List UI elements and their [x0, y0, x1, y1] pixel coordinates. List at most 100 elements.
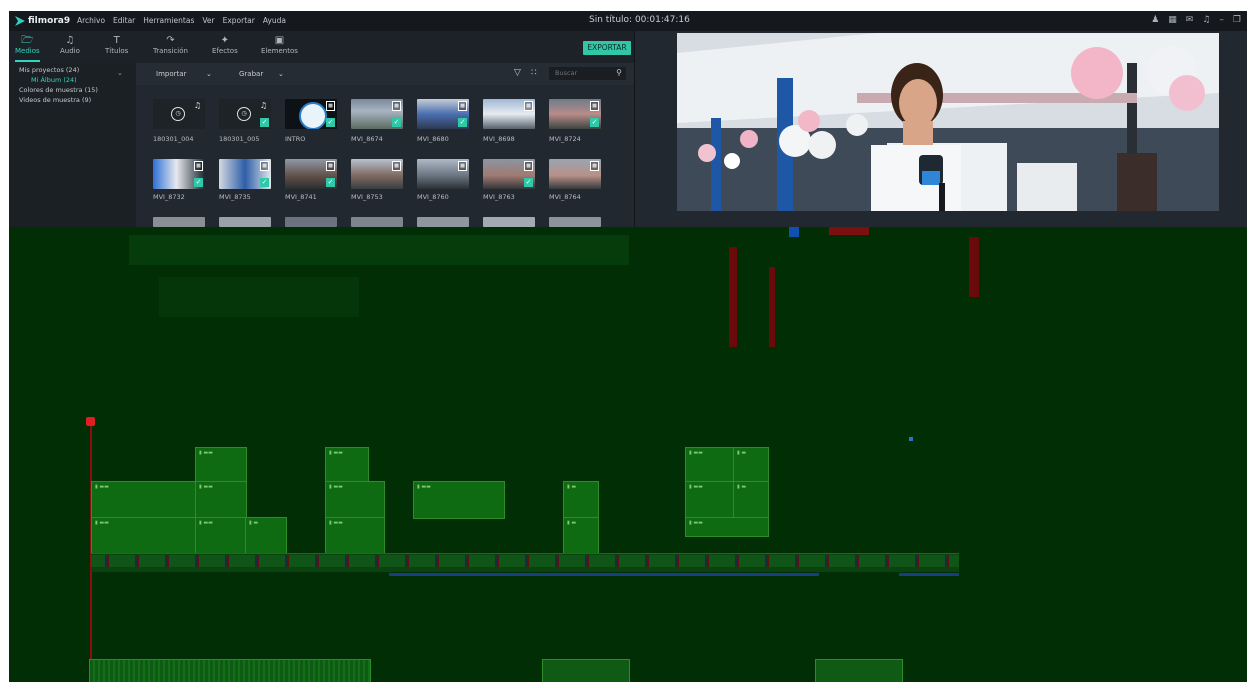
panel-divider[interactable] — [634, 31, 635, 227]
menu-item-archivo[interactable]: Archivo — [77, 16, 105, 25]
audio-clip[interactable] — [815, 659, 903, 682]
sidebar-item-colores[interactable]: Colores de muestra (15) — [19, 86, 98, 94]
clip-label: ▮ ▬▬ — [689, 484, 703, 490]
timeline-clip[interactable]: ▮ ▬ — [563, 517, 599, 555]
film-icon: ▩ — [590, 101, 599, 111]
timeline-clip[interactable]: ▮ ▬▬ — [195, 447, 247, 483]
sidebar-item-mi-album[interactable]: Mi Álbum (24) — [31, 76, 77, 84]
transition-icon: ↷ — [166, 35, 175, 46]
menu-item-ayuda[interactable]: Ayuda — [263, 16, 286, 25]
audio-clip[interactable] — [542, 659, 630, 682]
filter-icon[interactable]: ▽ — [514, 68, 521, 78]
clip-label: ▮ ▬▬ — [199, 520, 213, 526]
check-icon: ✓ — [524, 178, 533, 187]
audio-clip[interactable] — [89, 659, 371, 682]
grid-view-icon[interactable]: ∷ — [531, 68, 537, 78]
timeline-clip[interactable]: ▮ ▬▬ — [685, 517, 769, 537]
record-chevron-icon[interactable]: ⌄ — [278, 70, 284, 78]
check-icon: ✓ — [326, 178, 335, 187]
glitch-stroke — [769, 267, 775, 347]
tab-titulos[interactable]: T Títulos — [105, 35, 128, 55]
restore-icon[interactable]: ❐ — [1233, 15, 1241, 25]
media-label: MVI_8680 — [417, 135, 449, 143]
timeline-clip[interactable]: ▮ ▬▬ — [685, 447, 735, 483]
clip-label: ▮ ▬▬ — [689, 450, 703, 456]
menu-item-ver[interactable]: Ver — [202, 16, 214, 25]
category-tabs: 🗁 Medios ♫ Audio T Títulos ↷ Transición … — [9, 31, 634, 63]
media-item-partial[interactable] — [285, 217, 337, 227]
menu-item-herramientas[interactable]: Herramientas — [143, 16, 194, 25]
media-item-mvi-8674[interactable]: ▩ ✓ — [351, 99, 403, 129]
playhead-handle[interactable] — [86, 417, 95, 426]
media-item-partial[interactable] — [549, 217, 601, 227]
logo-text: filmora9 — [28, 16, 71, 26]
timeline-clip[interactable]: ▮ ▬▬ — [685, 481, 735, 519]
clip-label: ▮ ▬▬ — [95, 520, 109, 526]
media-item-intro[interactable]: ▩ ✓ — [285, 99, 337, 129]
menu-item-exportar[interactable]: Exportar — [223, 16, 255, 25]
timeline-clip[interactable]: ▮ ▬▬ — [91, 481, 197, 519]
media-item-mvi-8732[interactable]: ▩ ✓ — [153, 159, 205, 189]
sidebar-item-mis-proyectos[interactable]: Mis proyectos (24) — [19, 66, 79, 74]
media-item-mvi-8741[interactable]: ▩ ✓ — [285, 159, 337, 189]
tab-efectos[interactable]: ✦ Efectos — [212, 35, 238, 55]
app-window: filmora9 Archivo Editar Herramientas Ver… — [9, 11, 1247, 682]
check-icon: ✓ — [392, 118, 401, 127]
timeline-clip[interactable]: ▮ ▬▬ — [413, 481, 505, 519]
media-label: MVI_8735 — [219, 193, 251, 201]
media-item-180301-005[interactable]: ◷ ♫ ✓ — [219, 99, 271, 129]
timeline-clip[interactable]: ▮ ▬▬ — [325, 481, 385, 519]
media-item-partial[interactable] — [153, 217, 205, 227]
clip-label: ▮ ▬ — [737, 484, 747, 490]
media-item-partial[interactable] — [417, 217, 469, 227]
media-item-mvi-8724[interactable]: ▩ ✓ — [549, 99, 601, 129]
search-icon[interactable]: ⚲ — [616, 68, 622, 77]
media-item-mvi-8735[interactable]: ▩ ✓ — [219, 159, 271, 189]
media-item-mvi-8764[interactable]: ▩ — [549, 159, 601, 189]
user-icon[interactable]: ♟ — [1151, 15, 1159, 25]
import-button[interactable]: Importar — [156, 70, 186, 78]
media-item-mvi-8760[interactable]: ▩ — [417, 159, 469, 189]
media-label: MVI_8763 — [483, 193, 515, 201]
timeline-clip[interactable]: ▮ ▬▬ — [325, 447, 369, 483]
timeline-clip[interactable]: ▮ ▬▬ — [195, 481, 247, 519]
glitch-stroke — [969, 237, 979, 297]
export-button[interactable]: EXPORTAR — [583, 41, 631, 55]
media-label: MVI_8698 — [483, 135, 515, 143]
notification-icon[interactable]: ♫ — [1202, 15, 1210, 25]
record-button[interactable]: Grabar — [239, 70, 263, 78]
glitch-pixel — [909, 437, 913, 441]
media-item-mvi-8763[interactable]: ▩ ✓ — [483, 159, 535, 189]
tab-medios[interactable]: 🗁 Medios — [15, 35, 40, 62]
text-icon: T — [113, 35, 120, 46]
media-item-mvi-8680[interactable]: ▩ ✓ — [417, 99, 469, 129]
tab-transicion[interactable]: ↷ Transición — [153, 35, 188, 55]
timeline-clip[interactable]: ▮ ▬▬ — [91, 517, 197, 555]
media-item-mvi-8698[interactable]: ▩ — [483, 99, 535, 129]
import-chevron-icon[interactable]: ⌄ — [206, 70, 212, 78]
media-item-mvi-8753[interactable]: ▩ — [351, 159, 403, 189]
timeline-clip[interactable]: ▮ ▬▬ — [325, 517, 385, 555]
media-item-partial[interactable] — [219, 217, 271, 227]
timeline-clip[interactable]: ▮ ▬ — [563, 481, 599, 519]
tab-elementos[interactable]: ▣ Elementos — [261, 35, 298, 55]
timeline-clip[interactable]: ▮ ▬ — [245, 517, 287, 555]
clip-label: ▮ ▬▬ — [329, 520, 343, 526]
minimize-icon[interactable]: – — [1219, 15, 1224, 25]
mail-icon[interactable]: ✉ — [1186, 15, 1194, 25]
sidebar-item-videos[interactable]: Videos de muestra (9) — [19, 96, 91, 104]
search-box[interactable]: Buscar ⚲ — [549, 67, 626, 80]
timeline-clip[interactable]: ▮ ▬▬ — [195, 517, 247, 555]
timeline-clip[interactable]: ▮ ▬ — [733, 481, 769, 519]
search-input[interactable]: Buscar — [555, 69, 577, 77]
video-preview[interactable] — [677, 33, 1219, 211]
audio-waveform — [899, 573, 959, 576]
media-item-180301-004[interactable]: ◷ ♫ — [153, 99, 205, 129]
media-item-partial[interactable] — [351, 217, 403, 227]
media-item-partial[interactable] — [483, 217, 535, 227]
timeline-clip[interactable]: ▮ ▬ — [733, 447, 769, 483]
chevron-down-icon[interactable]: ⌄ — [117, 69, 123, 77]
save-icon[interactable]: ▦ — [1168, 15, 1177, 25]
menu-item-editar[interactable]: Editar — [113, 16, 135, 25]
tab-audio[interactable]: ♫ Audio — [60, 35, 80, 55]
